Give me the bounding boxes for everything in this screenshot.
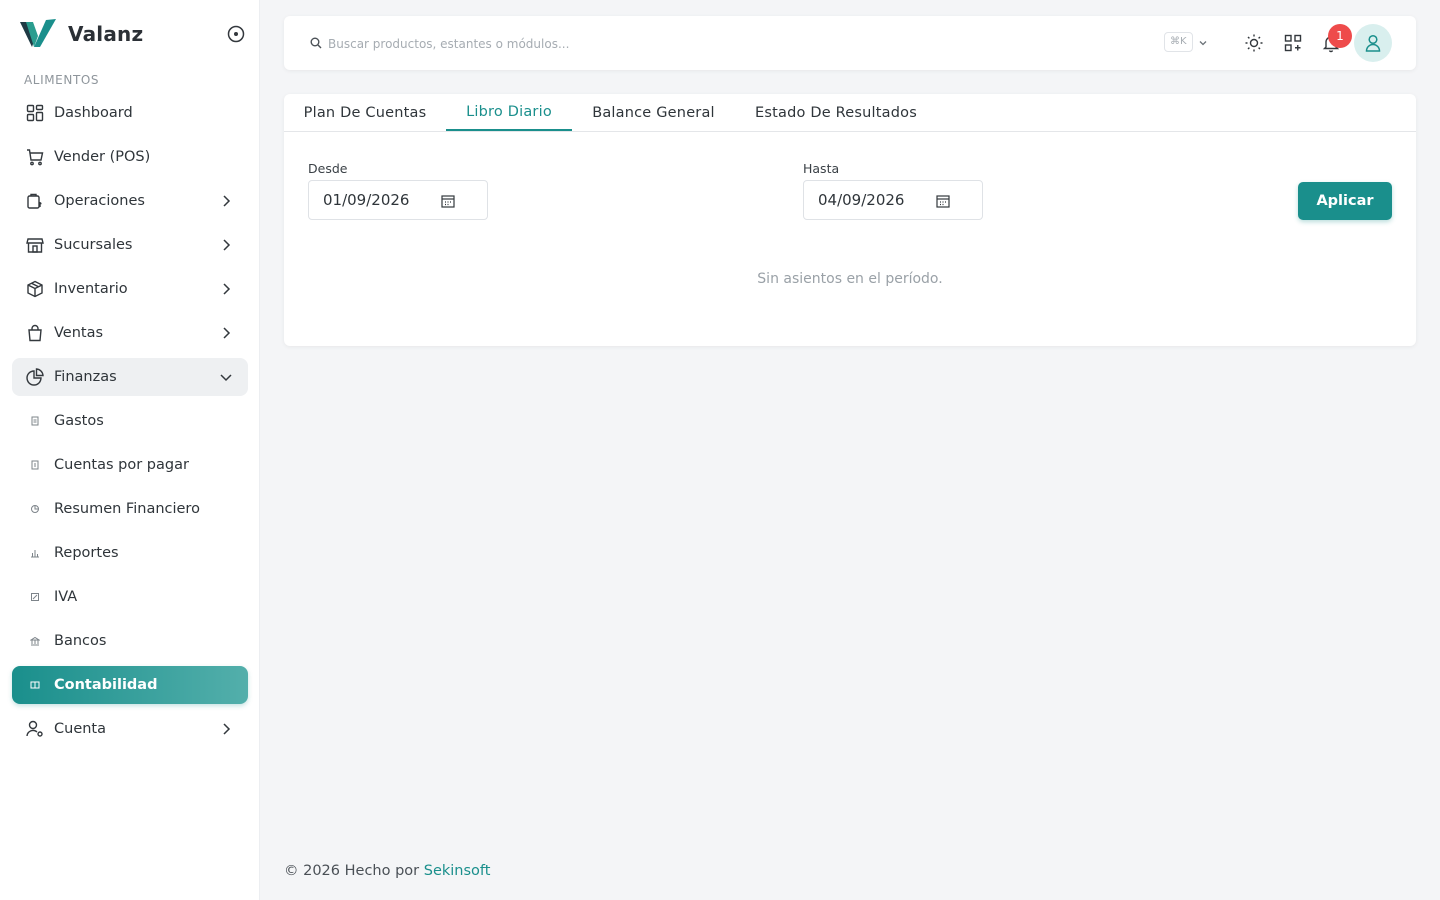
chevron-right-icon (223, 327, 231, 339)
tab-libro-diario[interactable]: Libro Diario (446, 94, 572, 131)
sidebar-item-cuenta[interactable]: Cuenta (12, 710, 248, 748)
tab-bar: Plan De Cuentas Libro Diario Balance Gen… (284, 94, 1416, 132)
from-date-label: Desde (308, 161, 348, 176)
chevron-right-icon (223, 195, 231, 207)
sidebar-item-gastos[interactable]: Gastos (12, 402, 248, 440)
sidebar-item-label: Bancos (54, 633, 107, 649)
sidebar-item-bancos[interactable]: Bancos (12, 622, 248, 660)
from-date-value: 01/09/2026 (323, 191, 410, 209)
sidebar-section-label: ALIMENTOS (24, 73, 100, 87)
sidebar-item-vender-pos[interactable]: Vender (POS) (12, 138, 248, 176)
store-icon (24, 234, 46, 256)
shopping-bag-icon (24, 322, 46, 344)
bank-icon (24, 630, 46, 652)
sidebar-item-cuentas-por-pagar[interactable]: Cuentas por pagar (12, 446, 248, 484)
tab-estado-de-resultados[interactable]: Estado De Resultados (735, 94, 937, 132)
sidebar-item-label: IVA (54, 589, 78, 605)
bill-icon (24, 454, 46, 476)
chevron-down-icon[interactable] (1197, 37, 1209, 49)
sidebar-item-label: Sucursales (54, 237, 133, 253)
search-icon (310, 37, 322, 49)
top-bar: ⌘K 1 (284, 16, 1416, 70)
calendar-icon[interactable] (441, 194, 455, 208)
apply-button[interactable]: Aplicar (1298, 182, 1392, 220)
theme-toggle-sun-icon[interactable] (1244, 33, 1264, 53)
avatar[interactable] (1354, 24, 1392, 62)
notification-badge: 1 (1328, 24, 1352, 48)
calendar-icon[interactable] (936, 194, 950, 208)
sidebar-item-iva[interactable]: IVA (12, 578, 248, 616)
brand[interactable]: Valanz (20, 18, 143, 50)
bar-chart-icon (24, 542, 46, 564)
sidebar-item-label: Reportes (54, 545, 119, 561)
operations-icon (24, 190, 46, 212)
receipt-icon (24, 410, 46, 432)
search-input[interactable] (328, 34, 928, 54)
user-icon (1365, 34, 1381, 52)
to-date-value: 04/09/2026 (818, 191, 905, 209)
sidebar-item-ventas[interactable]: Ventas (12, 314, 248, 352)
pie-chart-icon (24, 366, 46, 388)
sidebar-item-finanzas[interactable]: Finanzas (12, 358, 248, 396)
sidebar-nav: Dashboard Vender (POS) Operaciones Sucur… (12, 94, 248, 754)
chevron-right-icon (223, 239, 231, 251)
box-icon (24, 278, 46, 300)
sidebar-item-sucursales[interactable]: Sucursales (12, 226, 248, 264)
cart-icon (24, 146, 46, 168)
user-settings-icon (24, 718, 46, 740)
chevron-right-icon (223, 283, 231, 295)
apps-grid-icon[interactable] (1283, 33, 1303, 53)
accounting-card: Plan De Cuentas Libro Diario Balance Gen… (284, 94, 1416, 346)
collapse-sidebar-icon[interactable] (226, 24, 246, 44)
footer-link[interactable]: Sekinsoft (424, 863, 491, 879)
sidebar-item-label: Contabilidad (54, 677, 158, 693)
chevron-down-icon (220, 374, 232, 382)
sidebar-item-label: Resumen Financiero (54, 501, 200, 517)
sidebar-item-label: Gastos (54, 413, 104, 429)
to-date-label: Hasta (803, 161, 840, 176)
footer: © 2026 Hecho por Sekinsoft (284, 863, 490, 879)
sidebar-item-label: Operaciones (54, 193, 145, 209)
tab-plan-de-cuentas[interactable]: Plan De Cuentas (284, 94, 446, 132)
sidebar-item-label: Cuenta (54, 721, 106, 737)
tab-balance-general[interactable]: Balance General (572, 94, 735, 132)
footer-text: © 2026 Hecho por (284, 863, 420, 879)
brand-name: Valanz (68, 22, 144, 46)
sidebar-item-label: Inventario (54, 281, 128, 297)
summary-icon (24, 498, 46, 520)
sidebar-item-inventario[interactable]: Inventario (12, 270, 248, 308)
sidebar: Valanz ALIMENTOS Dashboard Vender (POS) (0, 0, 260, 900)
dashboard-icon (24, 102, 46, 124)
sidebar-item-operaciones[interactable]: Operaciones (12, 182, 248, 220)
to-date-input[interactable]: 04/09/2026 (803, 180, 983, 220)
from-date-input[interactable]: 01/09/2026 (308, 180, 488, 220)
empty-state-message: Sin asientos en el período. (757, 271, 943, 287)
sidebar-item-dashboard[interactable]: Dashboard (12, 94, 248, 132)
tax-icon (24, 586, 46, 608)
sidebar-item-label: Finanzas (54, 369, 117, 385)
valanz-logo-icon (20, 19, 56, 47)
shortcut-hint: ⌘K (1164, 32, 1193, 52)
sidebar-item-resumen-financiero[interactable]: Resumen Financiero (12, 490, 248, 528)
sidebar-item-label: Ventas (54, 325, 104, 341)
sidebar-item-label: Vender (POS) (54, 149, 151, 165)
sidebar-item-label: Dashboard (54, 105, 133, 121)
sidebar-item-label: Cuentas por pagar (54, 457, 189, 473)
sidebar-item-reportes[interactable]: Reportes (12, 534, 248, 572)
chevron-right-icon (223, 723, 231, 735)
sidebar-item-contabilidad[interactable]: Contabilidad (12, 666, 248, 704)
ledger-icon (24, 674, 46, 696)
